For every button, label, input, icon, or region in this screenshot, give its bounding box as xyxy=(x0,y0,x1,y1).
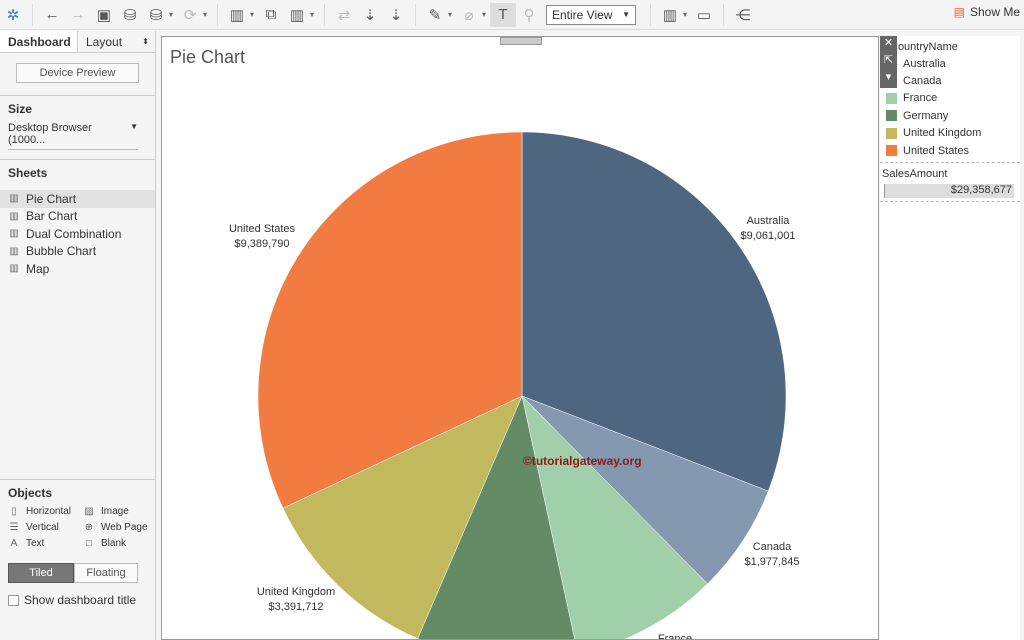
presentation-icon[interactable]: ▭ xyxy=(691,3,717,27)
tab-dashboard[interactable]: Dashboard xyxy=(0,31,78,52)
highlight-icon[interactable]: ✎ xyxy=(422,3,448,27)
object-web-page[interactable]: ⊕ Web Page xyxy=(83,522,158,533)
sort-icon: ⬍ xyxy=(142,37,149,46)
object-image[interactable]: ▨ Image xyxy=(83,506,158,517)
legend-item[interactable]: United Kingdom xyxy=(880,125,1020,142)
redo-icon[interactable]: → xyxy=(65,3,91,27)
legend-title: CountryName xyxy=(890,41,958,53)
legend-panel: ✕ ⇱ ▾ CountryName Australia Canada France G… xyxy=(880,36,1020,640)
popout-icon[interactable]: ⇱ xyxy=(880,53,897,70)
dashboard-panel: Dashboard Layout ⬍ Device Preview Size De… xyxy=(0,31,156,640)
legend-controls: ✕ ⇱ ▾ xyxy=(880,36,897,88)
new-worksheet-icon[interactable]: ▥ xyxy=(224,3,250,27)
clear-sheet-icon[interactable]: ▥ xyxy=(284,3,310,27)
sort-descending-icon[interactable]: ⇣ xyxy=(383,3,409,27)
show-me-button[interactable]: ▤ Show Me xyxy=(954,5,1020,19)
swap-icon[interactable]: ⇄ xyxy=(331,3,357,27)
legend-item[interactable]: Canada xyxy=(880,72,1020,89)
legend-item[interactable]: Australia xyxy=(880,55,1020,72)
legend-item[interactable]: Germany xyxy=(880,107,1020,124)
text-icon: A xyxy=(10,538,18,549)
worksheet-icon: ▥ xyxy=(9,245,19,257)
sheet-item-map[interactable]: ▥ Map xyxy=(0,260,155,278)
legend-swatch xyxy=(886,110,897,122)
blank-icon: □ xyxy=(85,538,93,549)
pause-updates-icon[interactable]: ⛁ xyxy=(143,3,169,27)
globe-icon: ⊕ xyxy=(84,522,94,533)
chevron-down-icon: ▼ xyxy=(622,10,630,19)
pin-icon[interactable]: ⚲ xyxy=(516,3,542,27)
dashboard-canvas: Pie Chart Australia $9,061,001 Canada $1,97… xyxy=(161,36,879,640)
duplicate-sheet-icon[interactable]: ⧉ xyxy=(258,3,284,27)
object-vertical[interactable]: ☰ Vertical xyxy=(8,522,83,533)
pie-chart: Australia $9,061,001 Canada $1,977,845 Franc… xyxy=(229,131,800,640)
floating-button[interactable]: Floating xyxy=(74,563,138,583)
tiled-button[interactable]: Tiled xyxy=(8,563,74,583)
worksheet-icon: ▥ xyxy=(9,228,19,240)
chevron-down-icon: ▼ xyxy=(130,122,138,131)
sheets-heading: Sheets xyxy=(8,166,48,180)
new-datasource-icon[interactable]: ⛁ xyxy=(117,3,143,27)
tab-layout[interactable]: Layout ⬍ xyxy=(78,31,155,52)
view-select[interactable]: Entire View ▼ xyxy=(546,4,636,25)
legend-item[interactable]: United States xyxy=(880,142,1020,159)
sort-ascending-icon[interactable]: ⇣ xyxy=(357,3,383,27)
image-icon: ▨ xyxy=(84,506,94,517)
share-icon[interactable]: ⋲ xyxy=(730,3,756,27)
tableau-logo-icon[interactable]: ✲ xyxy=(0,3,26,27)
watermark: ©tutorialgateway.org xyxy=(523,454,642,468)
legend-swatch xyxy=(886,92,897,104)
horizontal-icon: ▯ xyxy=(11,506,17,517)
slice-label: United Kingdom $3,391,712 xyxy=(257,586,335,613)
show-title-checkbox[interactable]: Show dashboard title xyxy=(8,593,147,607)
object-text[interactable]: A Text xyxy=(8,538,83,549)
object-horizontal[interactable]: ▯ Horizontal xyxy=(8,506,83,517)
legend-swatch xyxy=(886,127,897,139)
worksheet-icon: ▥ xyxy=(9,210,19,222)
device-preview-button[interactable]: Device Preview xyxy=(16,63,139,83)
object-blank[interactable]: □ Blank xyxy=(83,538,158,549)
undo-icon[interactable]: ← xyxy=(39,3,65,27)
checkbox-icon xyxy=(8,594,19,606)
vertical-icon: ☰ xyxy=(9,522,19,533)
objects-heading: Objects xyxy=(8,486,53,500)
slice-label: France xyxy=(658,633,692,640)
sheet-item-dual-combination[interactable]: ▥ Dual Combination xyxy=(0,225,155,243)
text-icon[interactable]: T xyxy=(490,2,516,27)
size-heading: Size xyxy=(8,102,33,116)
sheet-item-bar-chart[interactable]: ▥ Bar Chart xyxy=(0,208,155,226)
sales-total-bar: $29,358,677 xyxy=(884,184,1014,199)
slice-label: Canada $1,977,845 xyxy=(744,541,799,568)
worksheet-icon: ▥ xyxy=(9,263,19,275)
size-select[interactable]: Desktop Browser (1000... ▼ xyxy=(8,122,138,150)
show-cards-icon[interactable]: ▥ xyxy=(657,3,683,27)
sales-title: SalesAmount xyxy=(882,168,948,181)
toolbar: ✲ ← → ▣ ⛁ ⛁ ▾ ⟳ ▾ ▥ ▾ ⧉ ▥ ▾ ⇄ ⇣ ⇣ ✎ ▾ ⌀ ▾ T ⚲ … xyxy=(0,0,1024,30)
save-icon[interactable]: ▣ xyxy=(91,3,117,27)
sheet-item-bubble-chart[interactable]: ▥ Bubble Chart xyxy=(0,243,155,261)
sheet-item-pie-chart[interactable]: ▥ Pie Chart xyxy=(0,190,155,208)
close-icon[interactable]: ✕ xyxy=(880,36,897,53)
show-me-icon: ▤ xyxy=(953,5,965,19)
legend-item[interactable]: France xyxy=(880,90,1020,107)
refresh-icon[interactable]: ⟳ xyxy=(177,3,203,27)
legend-swatch xyxy=(886,145,897,157)
slice-label: United States $9,389,790 xyxy=(229,223,296,250)
attach-icon[interactable]: ⌀ xyxy=(456,3,482,27)
slice-label: Australia $9,061,001 xyxy=(740,215,795,242)
chevron-down-icon[interactable]: ▾ xyxy=(880,70,897,87)
worksheet-icon: ▥ xyxy=(9,193,19,205)
